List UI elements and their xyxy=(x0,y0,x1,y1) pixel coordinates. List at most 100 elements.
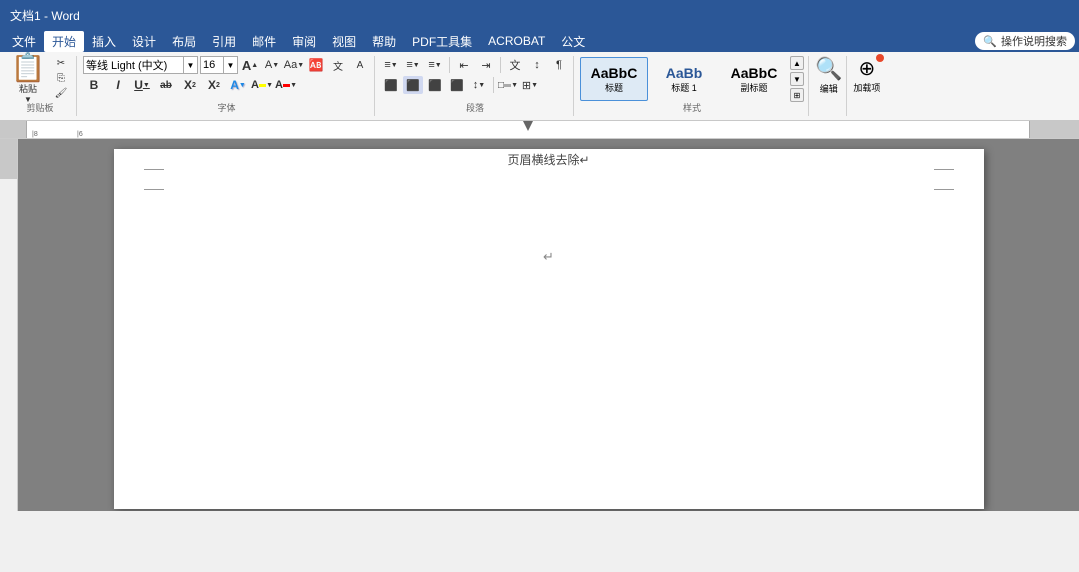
edit-search-button[interactable]: 🔍 编辑 xyxy=(815,56,842,95)
para-separator2 xyxy=(500,57,501,73)
clear-format-button[interactable]: 🆎 xyxy=(306,56,326,74)
header-text: 页眉横线去除↵ xyxy=(507,151,589,168)
menu-item-file[interactable]: 文件 xyxy=(4,31,44,52)
v-ruler-top-margin xyxy=(0,139,17,179)
line-spacing-button[interactable]: ↕▼ xyxy=(469,76,489,94)
show-hide-button[interactable]: ¶ xyxy=(549,56,569,74)
menu-item-view[interactable]: 视图 xyxy=(324,31,364,52)
paste-label: 粘贴 xyxy=(19,82,37,95)
font-name-value: 等线 Light (中文) xyxy=(84,57,183,73)
style-subtitle-button[interactable]: AaBbC 副标题 xyxy=(720,57,788,101)
underline-button[interactable]: U▼ xyxy=(131,76,153,94)
addon-label: 加载项 xyxy=(853,81,880,94)
document-page[interactable]: 页眉横线去除↵ ↵ xyxy=(114,149,984,509)
font-name-dropdown[interactable]: ▼ xyxy=(183,57,197,73)
font-grow-button[interactable]: A▲ xyxy=(240,56,260,74)
text-box-button[interactable]: A xyxy=(350,56,370,74)
styles-group: AaBbC 标题 AaBb 标题 1 AaBbC 副标题 ▲ ▼ ⊞ 样式 xyxy=(576,56,809,116)
font-name-combo[interactable]: 等线 Light (中文) ▼ xyxy=(83,56,198,74)
header-container: 页眉横线去除↵ xyxy=(144,169,954,189)
highlight-button[interactable]: A ▼ xyxy=(251,76,273,94)
justify-button[interactable]: ⬛ xyxy=(447,76,467,94)
font-group: 等线 Light (中文) ▼ 16 ▼ A▲ A▼ Aa▼ 🆎 文 A B I… xyxy=(79,56,375,116)
copy-button[interactable]: ⎘ xyxy=(50,71,72,85)
chinese-layout-button[interactable]: 文 xyxy=(505,56,525,74)
ruler-tab-indicator xyxy=(523,121,533,131)
menu-item-insert[interactable]: 插入 xyxy=(84,31,124,52)
subscript-button[interactable]: X2 xyxy=(179,76,201,94)
multilevel-button[interactable]: ≡▼ xyxy=(425,56,445,74)
edit-label: 编辑 xyxy=(820,82,838,95)
text-effect-button[interactable]: A▼ xyxy=(227,76,249,94)
style-heading1-button[interactable]: AaBb 标题 1 xyxy=(650,57,718,101)
header-left-bracket xyxy=(144,169,164,189)
addon-icon: ⊕ xyxy=(859,56,876,81)
font-size-combo[interactable]: 16 ▼ xyxy=(200,56,238,74)
format-painter-button[interactable]: 🖌 xyxy=(50,86,72,100)
styles-scroll: ▲ ▼ ⊞ xyxy=(790,56,804,102)
style-subtitle-name: 副标题 xyxy=(740,81,767,94)
menu-item-design[interactable]: 设计 xyxy=(124,31,164,52)
font-shrink-button[interactable]: A▼ xyxy=(262,56,282,74)
style-title-button[interactable]: AaBbC 标题 xyxy=(580,57,648,101)
menu-item-review[interactable]: 审阅 xyxy=(284,31,324,52)
shading-button[interactable]: □ ▼ xyxy=(498,76,518,94)
styles-expand[interactable]: ⊞ xyxy=(790,88,804,102)
main-area: 页眉横线去除↵ ↵ xyxy=(0,139,1079,511)
superscript-button[interactable]: X2 xyxy=(203,76,225,94)
italic-button[interactable]: I xyxy=(107,76,129,94)
styles-scroll-up[interactable]: ▲ xyxy=(790,56,804,70)
bullets-button[interactable]: ≡▼ xyxy=(381,56,401,74)
para-separator1 xyxy=(449,57,450,73)
menu-item-mail[interactable]: 邮件 xyxy=(244,31,284,52)
borders-button[interactable]: ⊞▼ xyxy=(520,76,540,94)
search-placeholder: 操作说明搜索 xyxy=(1001,33,1067,49)
document-area[interactable]: 页眉横线去除↵ ↵ xyxy=(18,139,1079,511)
menu-item-references[interactable]: 引用 xyxy=(204,31,244,52)
align-center-button[interactable]: ⬛ xyxy=(403,76,423,94)
search-icon: 🔍 xyxy=(815,56,842,82)
addon-group: ⊕ 加载项 xyxy=(849,56,884,116)
sort-button[interactable]: ↕ xyxy=(527,56,547,74)
paste-button[interactable]: 📋 粘贴 ▼ xyxy=(8,56,48,102)
font-color-button[interactable]: A ▼ xyxy=(275,76,297,94)
addon-notification-dot xyxy=(876,54,884,62)
paragraph-label: 段落 xyxy=(377,101,573,114)
app-title: 文档1 - Word xyxy=(10,7,80,24)
menu-item-home[interactable]: 开始 xyxy=(44,31,84,52)
ruler-right-margin xyxy=(1029,121,1079,138)
ruler-left-margin xyxy=(0,121,27,138)
font-size-dropdown[interactable]: ▼ xyxy=(223,57,237,73)
para-separator3 xyxy=(493,77,494,93)
menu-item-layout[interactable]: 布局 xyxy=(164,31,204,52)
search-box[interactable]: 🔍 操作说明搜索 xyxy=(975,32,1075,50)
menu-item-official[interactable]: 公文 xyxy=(553,31,593,52)
page-header-area[interactable]: 页眉横线去除↵ xyxy=(144,169,954,189)
style-h1-name: 标题 1 xyxy=(671,81,697,94)
addon-button[interactable]: ⊕ 加载项 xyxy=(853,56,880,94)
clipboard-group: 📋 粘贴 ▼ ✂ ⎘ 🖌 剪贴板 xyxy=(4,56,77,116)
menu-item-pdf[interactable]: PDF工具集 xyxy=(404,31,480,52)
menu-item-help[interactable]: 帮助 xyxy=(364,31,404,52)
ruler-content: |8 |6 xyxy=(27,121,1029,138)
clipboard-actions: ✂ ⎘ 🖌 xyxy=(50,56,72,102)
numbering-button[interactable]: ≡▼ xyxy=(403,56,423,74)
decrease-indent-button[interactable]: ⇤ xyxy=(454,56,474,74)
header-right-bracket xyxy=(934,169,954,189)
align-left-button[interactable]: ⬛ xyxy=(381,76,401,94)
phonetic-button[interactable]: 文 xyxy=(328,56,348,74)
ruler-tick-neg6: |6 xyxy=(77,131,83,138)
edit-group: 🔍 编辑 xyxy=(811,56,847,116)
paragraph-group: ≡▼ ≡▼ ≡▼ ⇤ ⇥ 文 ↕ ¶ ⬛ ⬛ ⬛ ⬛ ↕▼ □ xyxy=(377,56,574,116)
styles-scroll-down[interactable]: ▼ xyxy=(790,72,804,86)
menu-item-acrobat[interactable]: ACROBAT xyxy=(480,32,553,50)
document-body[interactable]: ↵ xyxy=(174,249,924,265)
increase-indent-button[interactable]: ⇥ xyxy=(476,56,496,74)
case-button[interactable]: Aa▼ xyxy=(284,56,304,74)
menu-bar: 文件 开始 插入 设计 布局 引用 邮件 审阅 视图 帮助 PDF工具集 ACR… xyxy=(0,30,1079,52)
horizontal-ruler: |8 |6 xyxy=(0,121,1079,139)
align-right-button[interactable]: ⬛ xyxy=(425,76,445,94)
bold-button[interactable]: B xyxy=(83,76,105,94)
strikethrough-button[interactable]: ab xyxy=(155,76,177,94)
cut-button[interactable]: ✂ xyxy=(50,56,72,70)
